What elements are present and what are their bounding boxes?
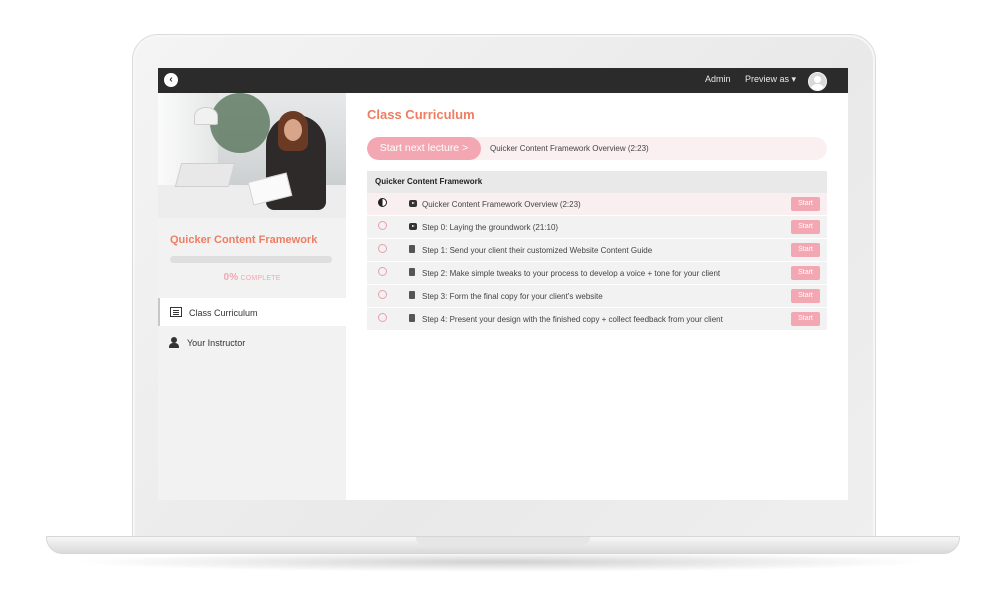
start-button[interactable]: Start xyxy=(791,243,820,257)
laptop-notch xyxy=(416,537,590,545)
document-icon xyxy=(409,268,415,276)
curriculum-list-icon xyxy=(170,307,182,317)
start-button[interactable]: Start xyxy=(791,289,820,303)
start-button[interactable]: Start xyxy=(791,266,820,280)
document-icon xyxy=(409,314,415,322)
lecture-row[interactable]: Step 1: Send your client their customize… xyxy=(367,239,827,262)
lecture-title[interactable]: Step 2: Make simple tweaks to your proce… xyxy=(422,269,720,278)
not-started-status-icon xyxy=(378,267,387,276)
lecture-row[interactable]: Step 3: Form the final copy for your cli… xyxy=(367,285,827,308)
not-started-status-icon xyxy=(378,313,387,322)
lecture-title[interactable]: Step 1: Send your client their customize… xyxy=(422,246,652,255)
progress-complete-label: COMPLETE xyxy=(240,275,281,282)
top-bar: ‹ Admin Preview as ▾ xyxy=(158,68,848,93)
curriculum-section: Quicker Content Framework Quicker Conten… xyxy=(367,171,827,331)
lecture-row[interactable]: Step 0: Laying the groundwork (21:10) St… xyxy=(367,216,827,239)
lecture-row[interactable]: Step 2: Make simple tweaks to your proce… xyxy=(367,262,827,285)
lecture-row[interactable]: Quicker Content Framework Overview (2:23… xyxy=(367,193,827,216)
next-lecture-bar: Start next lecture > Quicker Content Fra… xyxy=(367,137,827,160)
video-icon xyxy=(409,200,417,207)
start-button[interactable]: Start xyxy=(791,312,820,326)
main-content: Class Curriculum Start next lecture > Qu… xyxy=(346,93,848,500)
nav-your-instructor-label: Your Instructor xyxy=(187,338,246,348)
lecture-title[interactable]: Quicker Content Framework Overview (2:23… xyxy=(422,200,581,209)
not-started-status-icon xyxy=(378,244,387,253)
start-next-lecture-button[interactable]: Start next lecture > xyxy=(367,137,481,160)
laptop-shadow xyxy=(70,552,934,572)
nav-your-instructor[interactable]: Your Instructor xyxy=(158,328,345,356)
not-started-status-icon xyxy=(378,290,387,299)
progress-label: 0% COMPLETE xyxy=(158,272,346,283)
laptop-screen: ‹ Admin Preview as ▾ Quicker Content Fra… xyxy=(158,68,848,500)
start-button[interactable]: Start xyxy=(791,197,820,211)
in-progress-status-icon xyxy=(378,198,387,207)
document-icon xyxy=(409,291,415,299)
document-icon xyxy=(409,245,415,253)
course-sidebar: Quicker Content Framework 0% COMPLETE Cl… xyxy=(158,93,347,500)
course-cover-image xyxy=(158,93,346,218)
lecture-title[interactable]: Step 3: Form the final copy for your cli… xyxy=(422,292,603,301)
nav-class-curriculum-label: Class Curriculum xyxy=(189,308,258,318)
lecture-row[interactable]: Step 4: Present your design with the fin… xyxy=(367,308,827,331)
nav-class-curriculum[interactable]: Class Curriculum xyxy=(158,298,347,326)
lecture-title[interactable]: Step 0: Laying the groundwork (21:10) xyxy=(422,223,558,232)
course-progress-bar xyxy=(170,256,332,263)
video-icon xyxy=(409,223,417,230)
section-title: Quicker Content Framework xyxy=(367,171,827,193)
back-arrow-icon[interactable]: ‹ xyxy=(164,73,178,87)
lecture-title[interactable]: Step 4: Present your design with the fin… xyxy=(422,315,723,324)
admin-link[interactable]: Admin xyxy=(705,74,731,84)
next-lecture-title[interactable]: Quicker Content Framework Overview (2:23… xyxy=(490,144,649,153)
instructor-person-icon xyxy=(168,337,180,348)
start-button[interactable]: Start xyxy=(791,220,820,234)
page-title: Class Curriculum xyxy=(367,107,475,122)
preview-as-dropdown[interactable]: Preview as ▾ xyxy=(745,74,796,85)
progress-percent: 0% xyxy=(223,272,239,283)
not-started-status-icon xyxy=(378,221,387,230)
user-avatar-icon[interactable] xyxy=(808,72,827,91)
course-title: Quicker Content Framework xyxy=(170,234,318,246)
